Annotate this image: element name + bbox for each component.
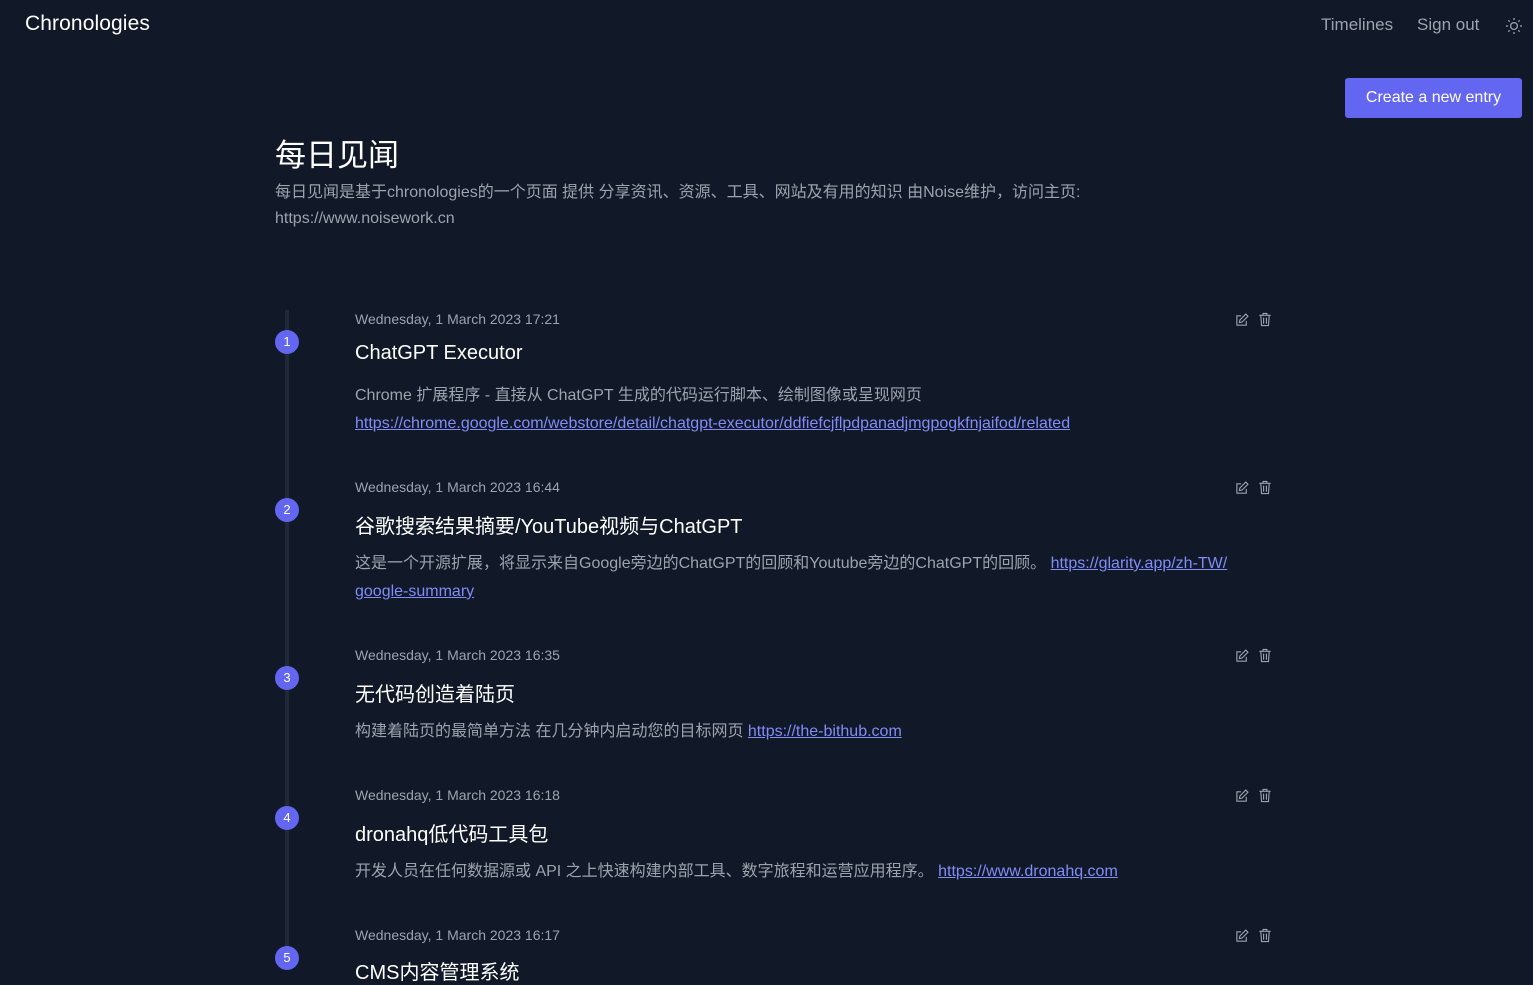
entry-number-badge: 3 bbox=[275, 666, 299, 690]
nav-sign-out-link[interactable]: Sign out bbox=[1417, 15, 1479, 35]
edit-icon[interactable] bbox=[1235, 480, 1251, 496]
entry-date: Wednesday, 1 March 2023 16:44 bbox=[355, 479, 560, 495]
entry-number-badge: 4 bbox=[275, 806, 299, 830]
edit-icon[interactable] bbox=[1235, 312, 1251, 328]
entry-link[interactable]: https://www.dronahq.com bbox=[938, 863, 1118, 880]
entry-title: CMS内容管理系统 bbox=[355, 962, 520, 984]
top-navbar: Chronologies Timelines Sign out bbox=[0, 0, 1533, 54]
entry-date: Wednesday, 1 March 2023 16:35 bbox=[355, 647, 560, 663]
edit-icon[interactable] bbox=[1235, 788, 1251, 804]
entry-number-badge: 5 bbox=[275, 946, 299, 970]
trash-icon[interactable] bbox=[1258, 480, 1274, 496]
page-title: 每日见闻 bbox=[275, 138, 399, 173]
brand-logo-link[interactable]: Chronologies bbox=[25, 12, 150, 36]
entry-text: Chrome 扩展程序 - 直接从 ChatGPT 生成的代码运行脚本、绘制图像… bbox=[355, 387, 922, 404]
trash-icon[interactable] bbox=[1258, 928, 1274, 944]
sun-icon[interactable] bbox=[1505, 17, 1523, 35]
entry-date: Wednesday, 1 March 2023 16:17 bbox=[355, 927, 560, 943]
entry-title: dronahq低代码工具包 bbox=[355, 824, 549, 846]
entry-body: 开发人员在任何数据源或 API 之上快速构建内部工具、数字旅程和运营应用程序。 … bbox=[355, 858, 1235, 886]
entry-date: Wednesday, 1 March 2023 16:18 bbox=[355, 787, 560, 803]
entry-text: 这是一个开源扩展，将显示来自Google旁边的ChatGPT的回顾和Youtub… bbox=[355, 555, 1047, 572]
entry-number-badge: 1 bbox=[275, 330, 299, 354]
entry-link[interactable]: https://chrome.google.com/webstore/detai… bbox=[355, 415, 1070, 432]
entry-title: 谷歌搜索结果摘要/YouTube视频与ChatGPT bbox=[355, 516, 743, 538]
entry-body: Chrome 扩展程序 - 直接从 ChatGPT 生成的代码运行脚本、绘制图像… bbox=[355, 382, 1235, 438]
timeline-vertical-line bbox=[285, 310, 289, 966]
create-new-entry-button[interactable]: Create a new entry bbox=[1345, 78, 1522, 118]
entry-body: 这是一个开源扩展，将显示来自Google旁边的ChatGPT的回顾和Youtub… bbox=[355, 550, 1235, 606]
trash-icon[interactable] bbox=[1258, 312, 1274, 328]
trash-icon[interactable] bbox=[1258, 788, 1274, 804]
entry-text: 构建着陆页的最简单方法 在几分钟内启动您的目标网页 bbox=[355, 723, 744, 740]
entry-body: 构建着陆页的最简单方法 在几分钟内启动您的目标网页 https://the-bi… bbox=[355, 718, 1235, 746]
entry-text: 开发人员在任何数据源或 API 之上快速构建内部工具、数字旅程和运营应用程序。 bbox=[355, 863, 934, 880]
entry-link[interactable]: https://the-bithub.com bbox=[748, 723, 902, 740]
entry-date: Wednesday, 1 March 2023 17:21 bbox=[355, 311, 560, 327]
entry-title: 无代码创造着陆页 bbox=[355, 684, 515, 706]
trash-icon[interactable] bbox=[1258, 648, 1274, 664]
edit-icon[interactable] bbox=[1235, 928, 1251, 944]
entry-number-badge: 2 bbox=[275, 498, 299, 522]
edit-icon[interactable] bbox=[1235, 648, 1251, 664]
nav-timelines-link[interactable]: Timelines bbox=[1321, 15, 1393, 35]
entry-title: ChatGPT Executor bbox=[355, 342, 523, 364]
timeline-description: 每日见闻是基于chronologies的一个页面 提供 分享资讯、资源、工具、网… bbox=[275, 184, 1081, 227]
